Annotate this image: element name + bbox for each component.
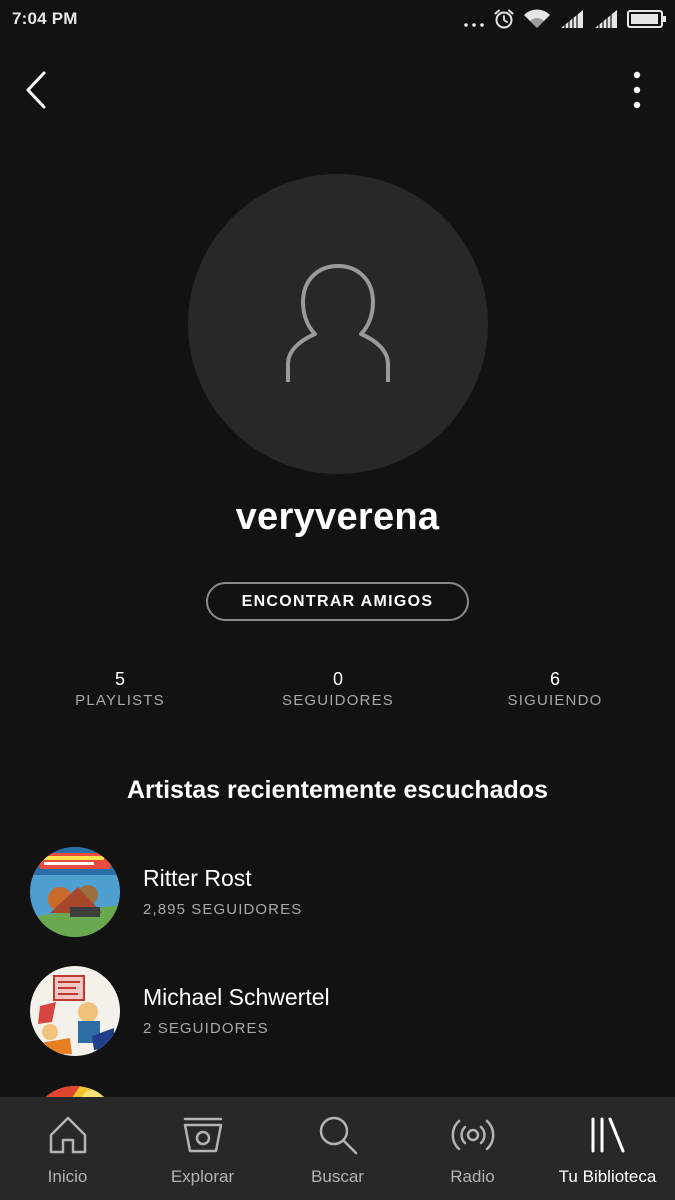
artist-followers: 2 SEGUIDORES — [143, 1020, 269, 1037]
username: veryverena — [235, 496, 440, 538]
nav-item-library[interactable]: Tu Biblioteca — [540, 1097, 675, 1200]
artist-name: Ritter Rost — [143, 865, 252, 891]
home-icon — [46, 1113, 90, 1157]
stat-value: 5 — [114, 669, 125, 689]
signal-icon — [561, 10, 583, 28]
back-button[interactable] — [14, 66, 58, 114]
nav-item-radio[interactable]: Radio — [405, 1097, 540, 1200]
nav-item-search[interactable]: Buscar — [270, 1097, 405, 1200]
find-friends-button[interactable]: ENCONTRAR AMIGOS — [206, 582, 469, 621]
stat-playlists[interactable]: 5 PLAYLISTS — [20, 668, 220, 709]
search-icon — [316, 1113, 360, 1157]
nav-label: Buscar — [311, 1167, 364, 1186]
wifi-icon — [524, 9, 550, 28]
profile-screen: 7:04 PM veryverena ENCONTRAR AMIGOS 5 PL… — [0, 0, 675, 1200]
section-title: Artistas recientemente escuchados — [126, 776, 548, 804]
more-vertical-icon — [633, 71, 641, 109]
stat-label: PLAYLISTS — [75, 692, 165, 709]
signal-icon — [595, 10, 617, 28]
nav-item-browse[interactable]: Explorar — [135, 1097, 270, 1200]
status-bar: 7:04 PM — [0, 0, 675, 38]
artist-row[interactable]: Michael Schwertel 2 SEGUIDORES — [0, 966, 675, 1066]
nav-label: Radio — [450, 1167, 495, 1186]
radio-icon — [451, 1113, 495, 1157]
stat-label: SEGUIDORES — [281, 692, 395, 709]
artist-name: Michael Schwertel — [143, 984, 330, 1010]
more-notifications-icon — [464, 23, 484, 27]
artist-thumbnail — [30, 847, 120, 937]
nav-label: Explorar — [170, 1167, 235, 1186]
stat-value: 0 — [332, 669, 343, 689]
chevron-left-icon — [26, 71, 46, 109]
browse-icon — [181, 1113, 225, 1157]
library-icon — [586, 1113, 630, 1157]
user-placeholder-icon — [286, 264, 390, 382]
battery-icon — [627, 10, 666, 28]
bottom-nav: Inicio Explorar Buscar Radio Tu Bibliote… — [0, 1097, 675, 1200]
artist-row[interactable]: Ritter Rost 2,895 SEGUIDORES — [0, 847, 675, 947]
more-options-button[interactable] — [617, 66, 657, 114]
nav-label: Tu Biblioteca — [558, 1167, 657, 1186]
stat-followers[interactable]: 0 SEGUIDORES — [238, 668, 438, 709]
alarm-icon — [494, 9, 514, 29]
status-icons — [463, 6, 667, 32]
artist-thumbnail — [30, 966, 120, 1056]
stat-label: SIGUIENDO — [507, 692, 603, 709]
avatar — [188, 174, 488, 474]
status-time: 7:04 PM — [12, 9, 78, 28]
nav-item-home[interactable]: Inicio — [0, 1097, 135, 1200]
stat-following[interactable]: 6 SIGUIENDO — [455, 668, 655, 709]
stat-value: 6 — [549, 669, 560, 689]
nav-label: Inicio — [47, 1167, 88, 1186]
artist-followers: 2,895 SEGUIDORES — [143, 901, 303, 918]
